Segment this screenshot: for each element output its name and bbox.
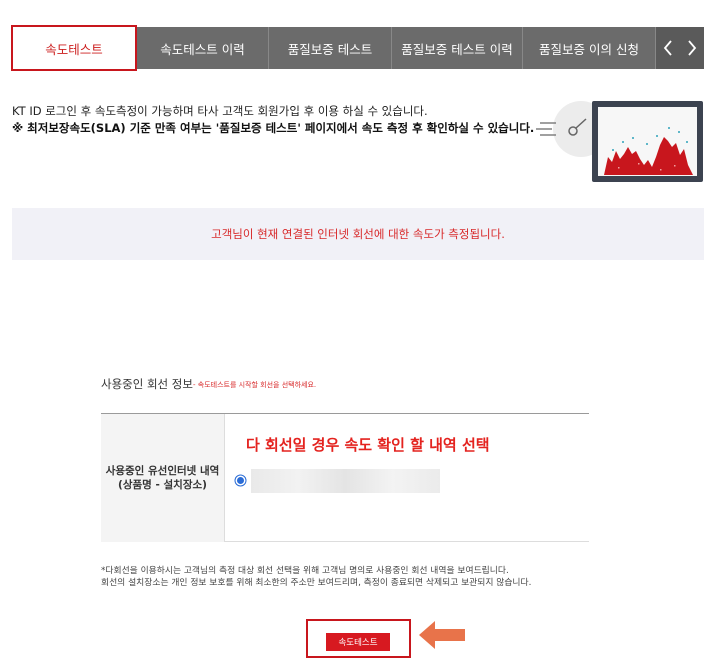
chevron-right-icon: [688, 40, 697, 56]
tab-speed-test[interactable]: 속도테스트: [11, 25, 137, 71]
row-label-line-2: (상품명 - 설치장소): [118, 479, 207, 491]
line-info-title: 사용중인 회선 정보: [101, 377, 193, 391]
speed-graph-screen: [598, 107, 697, 176]
pointer-arrow-icon: [419, 621, 465, 649]
tab-quality-test[interactable]: 품질보증 테스트: [269, 27, 392, 69]
line-info-hint: - 속도테스트를 시작할 회선을 선택하세요.: [193, 381, 317, 389]
footnote-line-2: 회선의 설치장소는 개인 정보 보호를 위해 최소한의 주소만 보여드리며, 측…: [101, 578, 532, 589]
chevron-left-icon: [663, 40, 672, 56]
tab-bar: 속도테스트 속도테스트 이력 품질보증 테스트 품질보증 테스트 이력 품질보증…: [11, 25, 704, 71]
tab-speed-test-history[interactable]: 속도테스트 이력: [137, 27, 269, 69]
speed-lines-icon: [536, 122, 556, 136]
tab-next-button[interactable]: [680, 27, 704, 69]
notice-line-2: ※ 최저보장속도(SLA) 기준 만족 여부는 '품질보증 테스트' 페이지에서…: [12, 121, 535, 135]
footnote-line-1: *다회선을 이용하시는 고객님의 측정 대상 회선 선택을 위해 고객님 명의로…: [101, 566, 509, 576]
cta-highlight-box: 속도테스트: [306, 619, 411, 658]
line-select-radio[interactable]: [237, 477, 244, 484]
redacted-line-detail: [251, 469, 440, 493]
tab-quality-test-history[interactable]: 품질보증 테스트 이력: [392, 27, 523, 69]
start-speed-test-button[interactable]: 속도테스트: [326, 633, 390, 651]
tab-prev-button[interactable]: [656, 27, 680, 69]
notice-text: KT ID 로그인 후 속도측정이 가능하며 타사 고객도 회원가입 후 이용 …: [12, 103, 534, 137]
line-info-row-header: 사용중인 유선인터넷 내역 (상품명 - 설치장소): [101, 414, 225, 542]
privacy-footnote: *다회선을 이용하시는 고객님의 측정 대상 회선 선택을 위해 고객님 명의로…: [101, 565, 611, 590]
banner-text: 고객님이 현재 연결된 인터넷 회선에 대한 속도가 측정됩니다.: [211, 227, 505, 241]
row-label-line-1: 사용중인 유선인터넷 내역: [105, 465, 220, 477]
tab-quality-appeal[interactable]: 품질보증 이의 신청: [523, 27, 656, 69]
notice-line-1: KT ID 로그인 후 속도측정이 가능하며 타사 고객도 회원가입 후 이용 …: [12, 104, 428, 118]
speed-graph-illustration: [592, 101, 703, 182]
measurement-info-banner: 고객님이 현재 연결된 인터넷 회선에 대한 속도가 측정됩니다.: [12, 208, 704, 260]
annotation-text: 다 회선일 경우 속도 확인 할 내역 선택: [246, 436, 490, 454]
